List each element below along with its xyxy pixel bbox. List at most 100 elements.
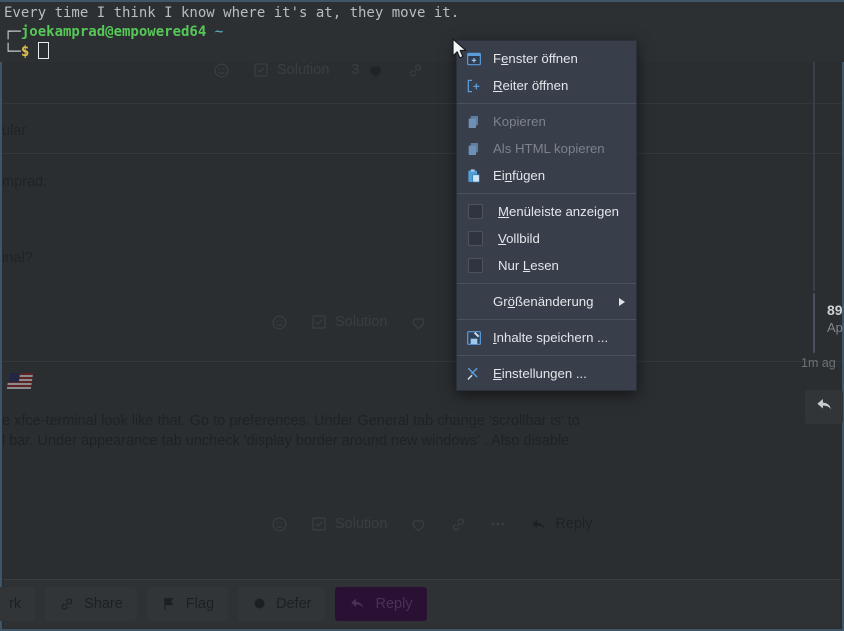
share-button[interactable]: Share	[45, 587, 137, 621]
flag-label: Flag	[186, 596, 214, 612]
menu-item-read-only[interactable]: Nur Lesen	[457, 252, 636, 279]
post-divider	[2, 153, 842, 154]
ellipsis-icon[interactable]	[489, 515, 507, 533]
menu-item-copy-as-html: Als HTML kopieren	[457, 135, 636, 162]
copy-html-icon	[465, 140, 483, 158]
reply-arrow-icon	[349, 595, 366, 612]
menu-item-label: Inhalte speichern ...	[493, 330, 608, 345]
post-actions-row-1: Solution 3	[212, 61, 424, 79]
checkbox-check-icon	[310, 515, 328, 533]
menu-item-open-tab[interactable]: Reiter öffnen	[457, 72, 636, 99]
menu-item-show-menubar[interactable]: Menüleiste anzeigen	[457, 198, 636, 225]
terminal-prompt-user: joekamprad@empowered64	[21, 24, 206, 40]
discourse-topic-page: Jul 20 Solution 3	[0, 0, 844, 631]
menu-item-label: Nur Lesen	[498, 258, 559, 273]
menu-item-save-contents[interactable]: Inhalte speichern ...	[457, 324, 636, 351]
timeline-track[interactable]	[813, 59, 815, 291]
reply-button-inline[interactable]: Reply	[529, 515, 592, 533]
menu-separator	[457, 355, 636, 356]
solution-label: Solution	[335, 314, 387, 330]
menu-separator	[457, 193, 636, 194]
link-icon	[59, 596, 75, 612]
like-count: 3	[351, 62, 359, 78]
link-icon[interactable]	[449, 515, 467, 533]
screen: Jul 20 Solution 3	[0, 0, 844, 631]
checkbox-unchecked-icon[interactable]	[468, 204, 483, 219]
terminal-prompt-symbol: $	[21, 44, 29, 60]
post-text-line-1: e xfce-terminal look like that. Go to pr…	[2, 411, 580, 431]
menu-item-paste[interactable]: Einfügen	[457, 162, 636, 189]
emoji-icon[interactable]	[270, 313, 288, 331]
reply-label: Reply	[375, 596, 412, 612]
menu-separator	[457, 283, 636, 284]
defer-button[interactable]: Defer	[238, 587, 325, 621]
xfce4-terminal-window[interactable]: Every time I think I know where it's at,…	[0, 0, 844, 62]
menu-item-preferences[interactable]: Einstellungen ...	[457, 360, 636, 387]
menu-item-label: Einfügen	[493, 168, 545, 183]
checkbox-check-icon	[252, 61, 270, 79]
menu-separator	[457, 103, 636, 104]
post-quote-author: mprad:	[2, 172, 47, 192]
open-window-icon	[465, 50, 483, 68]
checkbox-unchecked-icon[interactable]	[468, 258, 483, 273]
solution-button-2[interactable]: Solution	[310, 313, 387, 331]
reply-arrow-icon	[815, 395, 834, 419]
menu-item-label: Vollbild	[498, 231, 540, 246]
circle-icon	[252, 596, 267, 611]
terminal-output: Every time I think I know where it's at,…	[0, 2, 844, 62]
link-icon[interactable]	[406, 61, 424, 79]
preferences-icon	[465, 365, 483, 383]
menu-item-label: Größenänderung	[493, 294, 593, 309]
post-actions-row-2: Solution	[270, 313, 427, 331]
menu-item-open-window[interactable]: Fenster öffnen	[457, 45, 636, 72]
post-text-fragment: inal?	[2, 248, 33, 268]
timeline-post-number: 89	[827, 302, 843, 318]
share-label: Share	[84, 596, 123, 612]
menu-item-label: Menüleiste anzeigen	[498, 204, 619, 219]
solution-label: Solution	[335, 516, 387, 532]
terminal-context-menu[interactable]: Fenster öffnen Reiter öffnen Kopieren	[456, 40, 637, 391]
menu-item-resize[interactable]: Größenänderung	[457, 288, 636, 315]
like-button-1[interactable]: 3	[351, 61, 384, 79]
timeline-handle[interactable]	[813, 293, 815, 353]
menu-item-fullscreen[interactable]: Vollbild	[457, 225, 636, 252]
checkbox-unchecked-icon[interactable]	[468, 231, 483, 246]
post-divider	[2, 103, 842, 104]
defer-label: Defer	[276, 596, 311, 612]
timeline-last-activity: 1m ag	[801, 356, 836, 370]
post-divider	[2, 361, 842, 362]
post-text-fragment: ular	[2, 121, 26, 141]
menu-separator	[457, 319, 636, 320]
menu-item-label: Kopieren	[493, 114, 546, 129]
heart-filled-icon	[366, 61, 384, 79]
emoji-icon[interactable]	[212, 61, 230, 79]
heart-outline-icon[interactable]	[409, 313, 427, 331]
solution-button-1[interactable]: Solution	[252, 61, 329, 79]
solution-label: Solution	[277, 62, 329, 78]
paste-icon	[465, 167, 483, 185]
menu-item-label: Als HTML kopieren	[493, 141, 605, 156]
reply-arrow-icon	[529, 515, 547, 533]
reply-button[interactable]: Reply	[335, 587, 426, 621]
reply-label: Reply	[555, 516, 592, 532]
timeline-reply-button[interactable]	[805, 390, 843, 424]
solution-button-3[interactable]: Solution	[310, 515, 387, 533]
post-actions-row-3: Solution	[270, 515, 592, 533]
emoji-icon[interactable]	[270, 515, 288, 533]
avatar[interactable]	[7, 373, 33, 389]
timeline-month: Ap	[827, 320, 843, 335]
terminal-prompt-path: ~	[215, 24, 223, 40]
topic-footer-bar: rk Share Flag	[4, 579, 840, 627]
copy-icon	[465, 113, 483, 131]
open-tab-icon	[465, 77, 483, 95]
terminal-fortune-line: Every time I think I know where it's at,…	[4, 5, 459, 21]
flag-button[interactable]: Flag	[147, 587, 228, 621]
submenu-arrow-icon	[619, 298, 625, 306]
save-contents-icon	[465, 329, 483, 347]
bookmark-label: rk	[9, 596, 21, 612]
flag-icon	[161, 596, 177, 612]
heart-outline-icon[interactable]	[409, 515, 427, 533]
post-text-line-2: l bar. Under appearance tab uncheck 'dis…	[2, 431, 569, 451]
bookmark-button[interactable]: rk	[0, 587, 35, 621]
terminal-cursor	[38, 42, 49, 59]
